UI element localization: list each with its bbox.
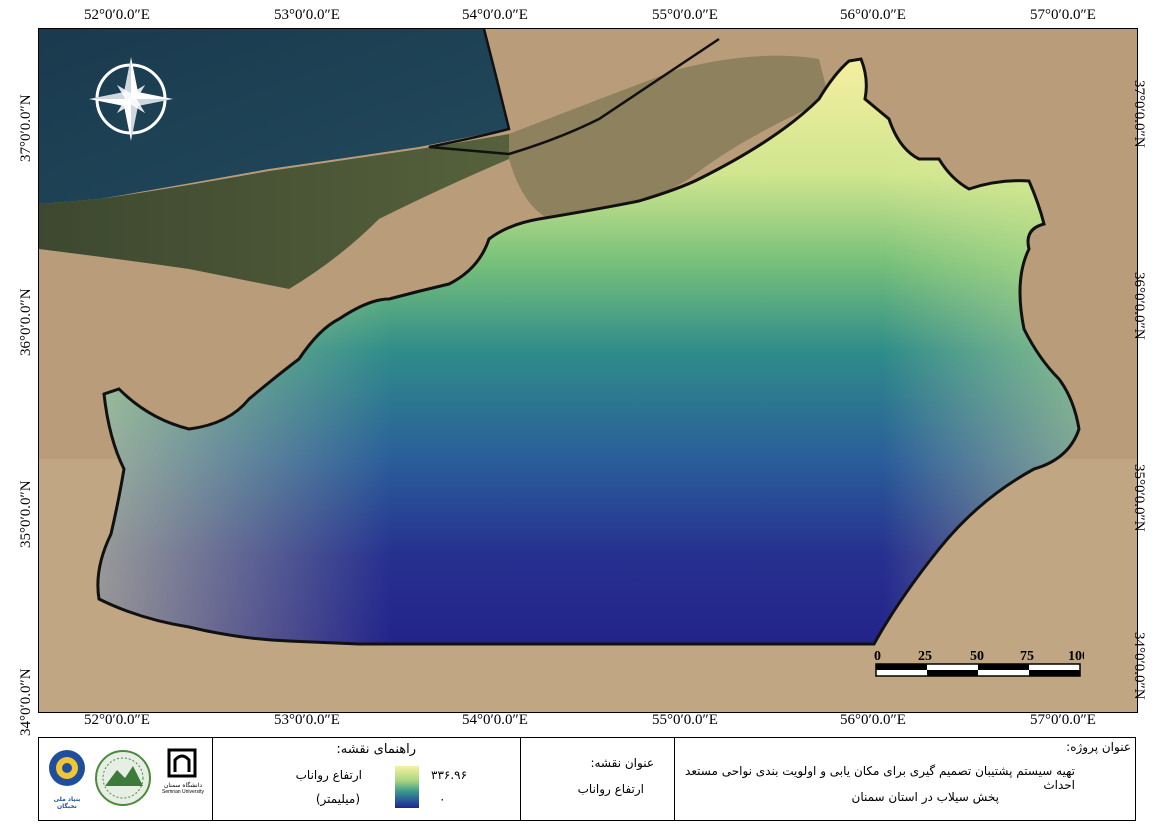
top-tick-52: 52°0′0.0″E bbox=[84, 7, 150, 23]
right-tick-35: 35°0′0.0″N bbox=[1131, 464, 1147, 532]
scale-label-25: 25 bbox=[918, 649, 932, 664]
right-tick-34: 34°0′0.0″N bbox=[1131, 632, 1147, 700]
legend-max-value: ۳۳۶.۹۶ bbox=[431, 768, 468, 782]
left-tick-35: 35°0′0.0″N bbox=[18, 480, 34, 548]
project-cell: عنوان پروژه: تهیه سیستم پشتیبان تصمیم گی… bbox=[675, 738, 1137, 820]
scale-label-75: 75 bbox=[1020, 649, 1034, 664]
bottom-tick-53: 53°0′0.0″E bbox=[274, 712, 340, 728]
map-title-cell: عنوان نقشه: ارتفاع رواناب bbox=[521, 738, 675, 820]
scale-bar: 0 25 50 75 100 km bbox=[874, 648, 1112, 680]
project-title-line2: پخش سیلاب در استان سمنان bbox=[851, 790, 999, 804]
left-tick-37: 37°0′0.0″N bbox=[18, 94, 34, 162]
top-tick-53: 53°0′0.0″E bbox=[274, 7, 340, 23]
right-tick-36: 36°0′0.0″N bbox=[1131, 272, 1147, 340]
bottom-tick-52: 52°0′0.0″E bbox=[84, 712, 150, 728]
university-caption-en: Semnan University bbox=[162, 789, 204, 795]
left-tick-36: 36°0′0.0″N bbox=[18, 288, 34, 356]
bottom-tick-54: 54°0′0.0″E bbox=[462, 712, 528, 728]
scale-label-50: 50 bbox=[970, 649, 984, 664]
map-title-value: ارتفاع رواناب bbox=[577, 782, 644, 796]
nokhbegan-logo: بنیاد ملی نخبگان bbox=[43, 748, 91, 810]
right-tick-37: 37°0′0.0″N bbox=[1131, 80, 1147, 148]
logos-cell: بنیاد ملی نخبگان دانشگاه سمنان Semnan Un… bbox=[39, 738, 213, 820]
legend-unit: (میلیمتر) bbox=[315, 792, 360, 806]
legend-variable: ارتفاع رواناب bbox=[295, 768, 362, 782]
semnan-university-logo: دانشگاه سمنان Semnan University bbox=[155, 748, 211, 795]
top-tick-54: 54°0′0.0″E bbox=[462, 7, 528, 23]
info-panel: بنیاد ملی نخبگان دانشگاه سمنان Semnan Un… bbox=[38, 737, 1136, 821]
province-seal-logo bbox=[95, 748, 151, 812]
university-caption-fa: دانشگاه سمنان bbox=[163, 782, 203, 789]
scale-label-100: 100 km bbox=[1068, 649, 1084, 664]
project-label: عنوان پروژه: bbox=[1066, 740, 1131, 754]
top-tick-55: 55°0′0.0″E bbox=[652, 7, 718, 23]
bottom-tick-55: 55°0′0.0″E bbox=[652, 712, 718, 728]
map-frame[interactable] bbox=[38, 28, 1138, 713]
left-tick-34: 34°0′0.0″N bbox=[18, 668, 34, 736]
bottom-tick-56: 56°0′0.0″E bbox=[840, 712, 906, 728]
legend-title: راهنمای نقشه: bbox=[336, 742, 416, 757]
top-tick-57: 57°0′0.0″E bbox=[1030, 7, 1096, 23]
legend-cell: راهنمای نقشه: ارتفاع رواناب (میلیمتر) ۳۳… bbox=[213, 738, 521, 820]
scale-label-0: 0 bbox=[874, 649, 881, 664]
nokhbegan-caption: بنیاد ملی نخبگان bbox=[53, 796, 81, 810]
top-tick-56: 56°0′0.0″E bbox=[840, 7, 906, 23]
map-title-label: عنوان نقشه: bbox=[590, 756, 654, 770]
bottom-tick-57: 57°0′0.0″E bbox=[1030, 712, 1096, 728]
project-title-line1: تهیه سیستم پشتیبان تصمیم گیری برای مکان … bbox=[685, 764, 1075, 792]
map-canvas bbox=[39, 29, 1137, 712]
legend-min-value: ۰ bbox=[439, 792, 446, 806]
legend-color-ramp bbox=[395, 766, 419, 808]
